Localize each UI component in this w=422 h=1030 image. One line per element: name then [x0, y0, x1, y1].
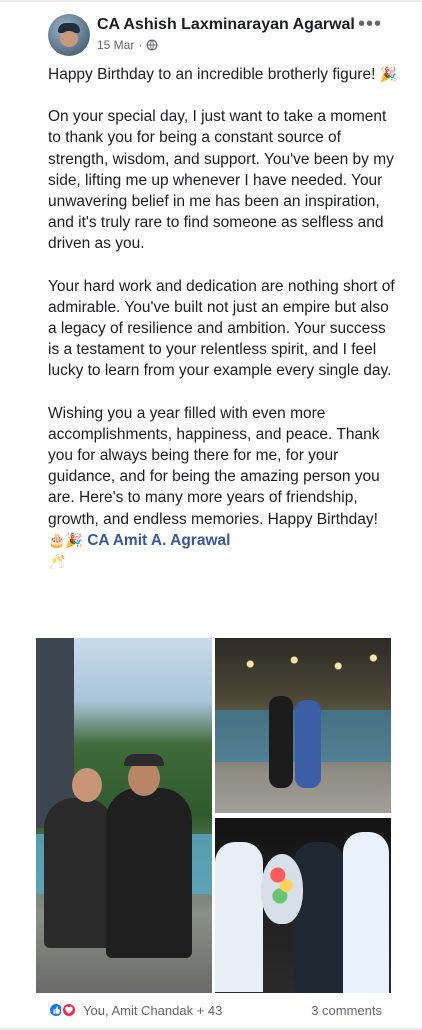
avatar-face: [60, 31, 78, 47]
head-shape: [72, 768, 102, 802]
party-popper-emoji: 🎉: [379, 66, 398, 82]
clinking-glasses-emoji: 🥂: [48, 553, 66, 570]
post-meta: 15 Mar ·: [97, 38, 158, 52]
globe-icon: [146, 39, 158, 51]
meta-separator: ·: [138, 38, 143, 52]
person-shape: [293, 842, 345, 993]
author-avatar[interactable]: [48, 14, 90, 56]
photo-grid: [36, 638, 391, 993]
author-name[interactable]: CA Ashish Laxminarayan Agarwal: [97, 16, 355, 34]
reactions-text: You, Amit Chandak + 43: [83, 1002, 223, 1018]
post-paragraph: Your hard work and dedication are nothin…: [48, 277, 395, 380]
person-shape: [343, 832, 389, 993]
person-shape: [44, 798, 114, 948]
post-paragraph: Happy Birthday to an incredible brotherl…: [48, 64, 398, 85]
mention-link[interactable]: CA Amit A. Agrawal: [87, 532, 230, 549]
top-divider: [0, 0, 422, 2]
person-shape: [295, 700, 321, 788]
post-paragraph: Wishing you a year filled with even more…: [48, 403, 398, 573]
reaction-icons: [48, 1002, 77, 1018]
person-shape: [106, 788, 192, 958]
person-shape: [215, 842, 263, 992]
love-icon: [61, 1002, 77, 1018]
photo-2[interactable]: [215, 638, 391, 813]
post-body: Happy Birthday to an incredible brotherl…: [48, 64, 398, 572]
string-lights: [215, 648, 391, 688]
comments-count[interactable]: 3 comments: [311, 1003, 382, 1018]
cap-shape: [124, 754, 164, 766]
post-menu-button[interactable]: •••: [358, 14, 382, 34]
post-paragraph: On your special day, I just want to take…: [48, 108, 394, 253]
photo-3[interactable]: [215, 818, 391, 993]
person-shape: [269, 696, 293, 788]
post-footer: You, Amit Chandak + 43 3 comments: [48, 1001, 382, 1019]
paragraph-text: Wishing you a year filled with even more…: [48, 404, 380, 528]
post-date[interactable]: 15 Mar: [97, 38, 134, 52]
reactions-summary[interactable]: You, Amit Chandak + 43: [48, 1002, 222, 1018]
post-header: CA Ashish Laxminarayan Agarwal 15 Mar · …: [0, 8, 422, 58]
photo-1[interactable]: [36, 638, 212, 993]
paragraph-text: Happy Birthday to an incredible brotherl…: [48, 66, 380, 83]
cake-party-emoji: 🎂🎉: [48, 531, 83, 548]
bouquet-shape: [261, 854, 303, 924]
